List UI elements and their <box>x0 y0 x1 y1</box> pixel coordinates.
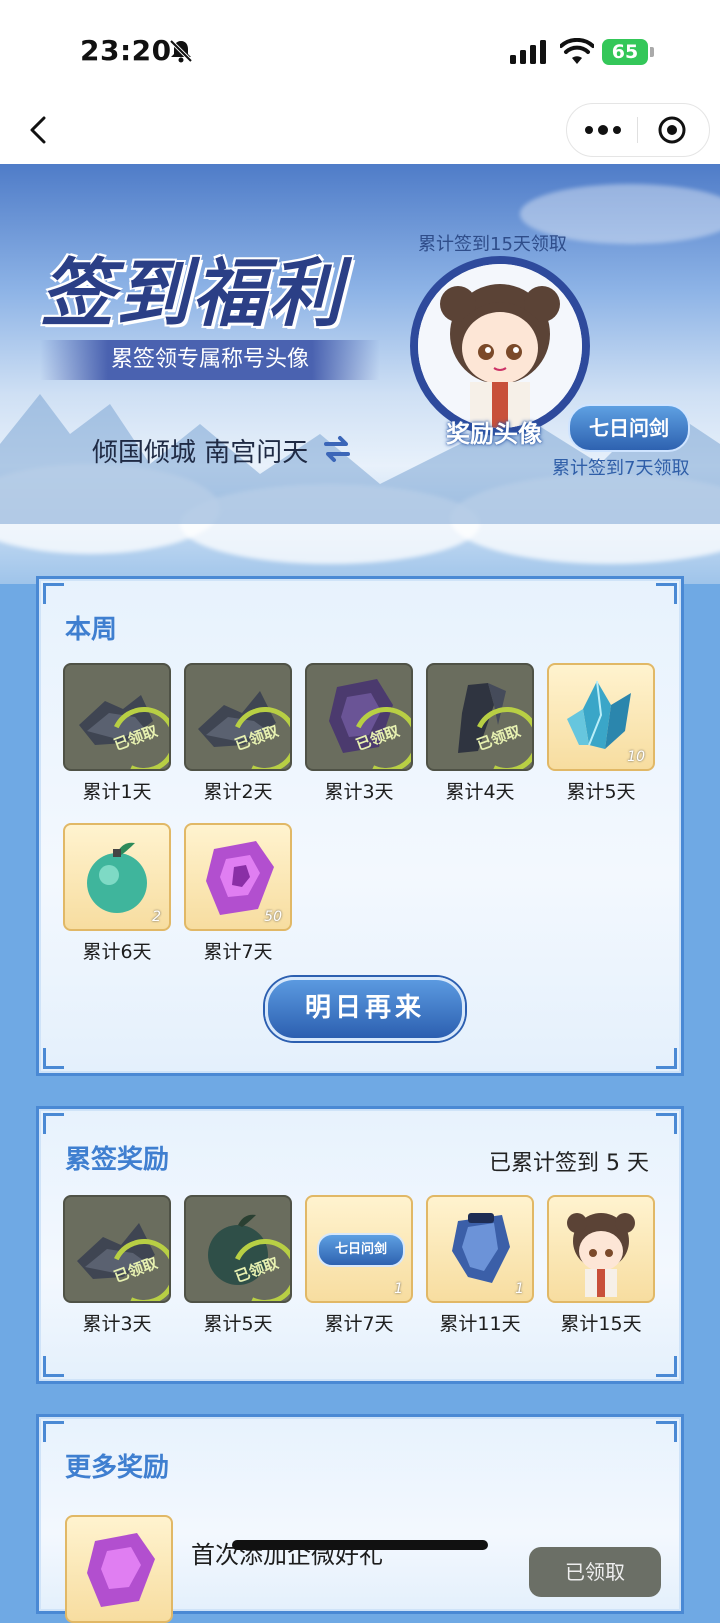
item-quantity: 10 <box>627 749 645 765</box>
cumulative-rewards-card: 累签奖励 已累计签到 5 天 已领取 累计3天 已领取 累计5天 七日问剑 1 <box>36 1106 684 1384</box>
more-dots-icon[interactable] <box>583 116 623 144</box>
switch-character-icon[interactable] <box>322 434 352 464</box>
reward-day-label: 累计3天 <box>82 1313 152 1335</box>
claimed-button[interactable]: 已领取 <box>529 1547 661 1597</box>
reward-day-label: 累计2天 <box>203 781 273 803</box>
battery-level: 65 <box>602 39 648 65</box>
sign-in-banner: 签到福利 累签领专属称号头像 累计签到15天领取 奖励头像 七日问剑 累计签到7… <box>0 164 720 584</box>
reward-item-day3[interactable]: 已领取 累计3天 <box>305 663 413 804</box>
come-back-tomorrow-button[interactable]: 明日再来 <box>265 977 465 1041</box>
status-time: 23:20 <box>80 34 172 67</box>
more-rewards-card: 更多奖励 首次添加企微好礼 已领取 <box>36 1414 684 1623</box>
status-bar: 23:20 65 <box>0 0 720 100</box>
reward-item-day4[interactable]: 已领取 累计4天 <box>426 663 534 804</box>
reward-day-label: 累计7天 <box>203 941 273 963</box>
cumulative-progress-text: 已累计签到 5 天 <box>489 1151 649 1176</box>
cumulative-item-day3[interactable]: 已领取 累计3天 <box>63 1195 171 1336</box>
cumulative-item-day5[interactable]: 已领取 累计5天 <box>184 1195 292 1336</box>
back-arrow-icon[interactable] <box>22 112 58 148</box>
reward-item-day5[interactable]: 10 累计5天 <box>547 663 655 804</box>
cumulative-item-day15[interactable]: 累计15天 <box>547 1195 655 1336</box>
cumulative-item-day11[interactable]: 1 累计11天 <box>426 1195 534 1336</box>
reward-day-label: 累计11天 <box>439 1313 521 1335</box>
reward-day-label: 累计6天 <box>82 941 152 963</box>
banner-subtitle: 累签领专属称号头像 <box>40 340 380 380</box>
cellular-signal-icon <box>510 40 546 64</box>
reward-day-label: 累计5天 <box>203 1313 273 1335</box>
avatar-caption-top: 累计签到15天领取 <box>418 234 567 255</box>
purple-crystal-icon <box>87 1533 155 1607</box>
card-title: 累签奖励 <box>65 1145 170 1175</box>
reward-day-label: 累计5天 <box>566 781 636 803</box>
avatar-frame-icon <box>567 1213 635 1297</box>
reward-day-label: 累计7天 <box>324 1313 394 1335</box>
reward-item-day2[interactable]: 已领取 累计2天 <box>184 663 292 804</box>
card-title: 本周 <box>65 615 118 645</box>
banner-title: 签到福利 <box>40 251 344 337</box>
reward-day-label: 累计4天 <box>445 781 515 803</box>
item-quantity: 50 <box>264 909 282 925</box>
item-quantity: 1 <box>515 1281 524 1297</box>
weekly-sign-in-card: 本周 已领取 累计1天 已领取 累计2天 已领取 累计3天 已领取 累计4天 1… <box>36 576 684 1076</box>
reward-item-day7[interactable]: 50 累计7天 <box>184 823 292 964</box>
reward-day-label: 累计3天 <box>324 781 394 803</box>
reward-item-day1[interactable]: 已领取 累计1天 <box>63 663 171 804</box>
cumulative-item-day7[interactable]: 七日问剑 1 累计7天 <box>305 1195 413 1336</box>
reward-avatar-label: 奖励头像 <box>446 420 542 448</box>
battery-indicator: 65 <box>602 39 654 65</box>
item-quantity: 1 <box>394 1281 403 1297</box>
title-badge-icon: 七日问剑 <box>317 1233 405 1267</box>
item-quantity: 2 <box>152 909 161 925</box>
reward-day-label: 累计1天 <box>82 781 152 803</box>
reward-avatar <box>410 256 590 436</box>
mini-program-capsule <box>566 103 710 157</box>
silent-bell-icon <box>169 39 193 63</box>
chibi-girl-avatar-icon <box>418 264 582 428</box>
player-name: 倾国倾城 南宫问天 <box>92 438 309 468</box>
reward-day-label: 累计15天 <box>560 1313 642 1335</box>
wifi-icon <box>560 38 594 64</box>
avatar-caption-bottom: 累计签到7天领取 <box>552 458 690 479</box>
close-miniprogram-icon[interactable] <box>657 115 687 145</box>
mini-program-navbar <box>0 100 720 164</box>
reward-item-day6[interactable]: 2 累计6天 <box>63 823 171 964</box>
card-title: 更多奖励 <box>65 1453 170 1483</box>
home-indicator <box>232 1540 488 1550</box>
more-reward-item[interactable] <box>65 1515 173 1623</box>
title-badge: 七日问剑 <box>568 404 690 452</box>
